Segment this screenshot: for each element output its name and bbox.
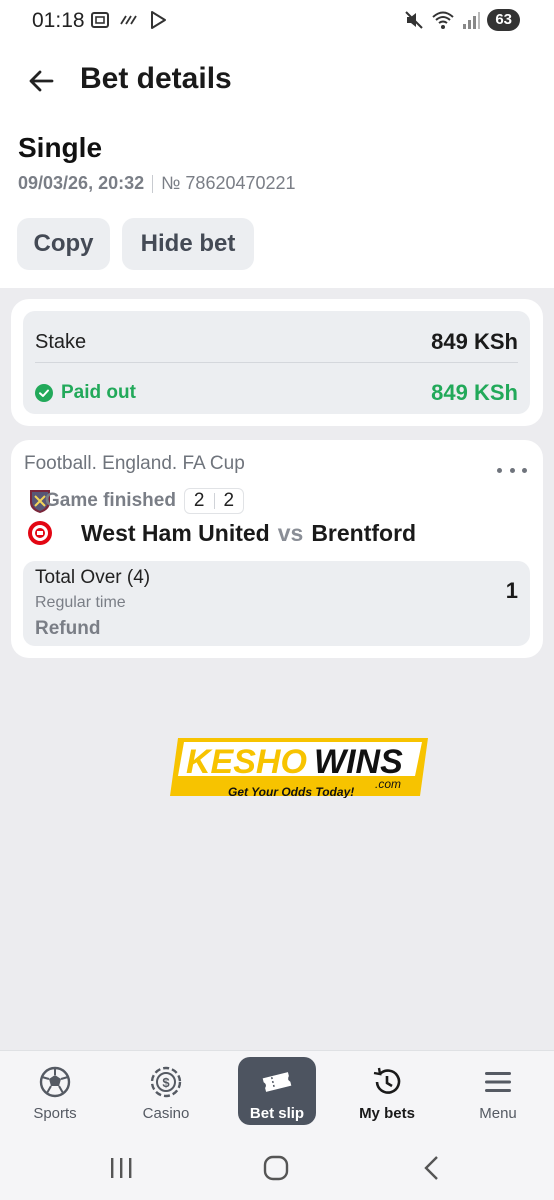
signal-icon bbox=[463, 12, 481, 29]
play-store-icon bbox=[151, 11, 166, 29]
market-odds: 1 bbox=[505, 578, 518, 603]
paid-out-label: Paid out bbox=[61, 382, 136, 403]
logo-text-part1: KESHO bbox=[186, 743, 307, 781]
nav-label: Casino bbox=[142, 1105, 190, 1122]
stake-row: Stake 849 KSh bbox=[35, 325, 518, 359]
arrow-left-icon bbox=[29, 70, 54, 92]
logo-tagline: Get Your Odds Today! bbox=[228, 785, 354, 798]
casino-chip-icon: $ bbox=[149, 1065, 183, 1099]
screenshot-icon bbox=[91, 12, 109, 28]
score-box: 2 2 bbox=[183, 488, 245, 514]
wifi-icon bbox=[432, 11, 454, 29]
battery-indicator: 63 bbox=[487, 9, 520, 31]
stake-card: Stake 849 KSh Paid out 849 KSh bbox=[11, 299, 543, 426]
recent-apps-button[interactable] bbox=[101, 1152, 141, 1184]
vs-label: vs bbox=[277, 520, 304, 546]
bet-type: Single bbox=[18, 132, 103, 163]
league-name: Football. England. FA Cup bbox=[24, 453, 245, 474]
bet-meta: 09/03/26, 20:32 № 78620470221 bbox=[18, 173, 296, 194]
teams-row: West Ham United vs Brentford bbox=[27, 520, 416, 547]
status-bar: 01:18 63 bbox=[0, 0, 554, 44]
chevron-left-icon bbox=[424, 1156, 438, 1180]
hide-bet-button[interactable]: Hide bet bbox=[122, 218, 254, 270]
back-button[interactable] bbox=[22, 62, 60, 100]
more-options-button[interactable] bbox=[497, 460, 527, 480]
svg-text:$: $ bbox=[162, 1075, 170, 1090]
dot-icon bbox=[522, 467, 527, 473]
copy-button[interactable]: Copy bbox=[17, 218, 110, 270]
history-icon bbox=[370, 1065, 404, 1099]
dot-icon bbox=[497, 467, 502, 473]
nav-label: Bet slip bbox=[249, 1105, 305, 1122]
payout-row: Paid out 849 KSh bbox=[35, 376, 518, 410]
bottom-nav: Sports $ Casino Bet slip My bets Menu bbox=[0, 1050, 554, 1136]
bet-details-screen: 01:18 63 Bet details Single 09/03/26, 20… bbox=[0, 0, 554, 1200]
stake-label: Stake bbox=[35, 330, 87, 353]
match-status-row: Game finished 2 2 bbox=[27, 488, 245, 514]
paid-out-status: Paid out bbox=[35, 382, 136, 404]
bet-number: № 78620470221 bbox=[161, 173, 296, 193]
home-icon bbox=[263, 1155, 289, 1181]
stake-divider bbox=[35, 362, 518, 363]
hamburger-icon bbox=[481, 1065, 515, 1099]
market-name: Total Over (4) bbox=[35, 567, 151, 588]
away-team: Brentford bbox=[311, 520, 417, 546]
check-circle-icon bbox=[35, 384, 53, 402]
nav-menu[interactable]: Menu bbox=[453, 1057, 543, 1127]
status-right-icons: 63 bbox=[403, 9, 520, 31]
logo-text-part2: WINS bbox=[314, 743, 403, 781]
away-score: 2 bbox=[223, 490, 235, 511]
soccer-ball-icon bbox=[38, 1065, 72, 1099]
data-saver-icon bbox=[120, 15, 137, 25]
system-back-button[interactable] bbox=[412, 1152, 452, 1184]
home-team: West Ham United bbox=[81, 520, 270, 546]
nav-label: My bets bbox=[359, 1105, 415, 1122]
home-button[interactable] bbox=[256, 1152, 296, 1184]
ticket-icon bbox=[260, 1065, 294, 1099]
page-title: Bet details bbox=[80, 62, 232, 95]
logo-domain: .com bbox=[375, 777, 401, 791]
status-time: 01:18 bbox=[32, 9, 85, 32]
stake-panel: Stake 849 KSh Paid out 849 KSh bbox=[23, 311, 530, 414]
bet-datetime: 09/03/26, 20:32 bbox=[18, 173, 145, 193]
market-period: Regular time bbox=[35, 594, 126, 611]
market-box: Total Over (4) Regular time Refund 1 bbox=[23, 561, 530, 646]
game-status: Game finished bbox=[45, 490, 176, 511]
mute-icon bbox=[405, 11, 424, 29]
dot-icon bbox=[509, 467, 515, 473]
market-result: Refund bbox=[35, 618, 101, 639]
home-score: 2 bbox=[193, 490, 205, 511]
meta-separator bbox=[152, 174, 154, 193]
header: Bet details bbox=[0, 50, 554, 112]
nav-label: Sports bbox=[33, 1105, 77, 1122]
nav-sports[interactable]: Sports bbox=[10, 1057, 100, 1127]
status-left-icons bbox=[90, 10, 168, 30]
event-card: Football. England. FA Cup Game finished … bbox=[11, 440, 543, 658]
nav-bet-slip[interactable]: Bet slip bbox=[238, 1057, 316, 1125]
top-section: 01:18 63 Bet details Single 09/03/26, 20… bbox=[0, 0, 554, 288]
paid-out-value: 849 KSh bbox=[431, 380, 518, 405]
nav-casino[interactable]: $ Casino bbox=[121, 1057, 211, 1127]
stake-value: 849 KSh bbox=[431, 329, 518, 354]
system-nav-bar bbox=[0, 1136, 554, 1200]
recent-apps-icon bbox=[111, 1158, 132, 1178]
nav-label: Menu bbox=[479, 1105, 517, 1122]
keshowins-logo: KESHO WINS .com Get Your Odds Today! bbox=[170, 738, 428, 798]
nav-my-bets[interactable]: My bets bbox=[342, 1057, 432, 1127]
